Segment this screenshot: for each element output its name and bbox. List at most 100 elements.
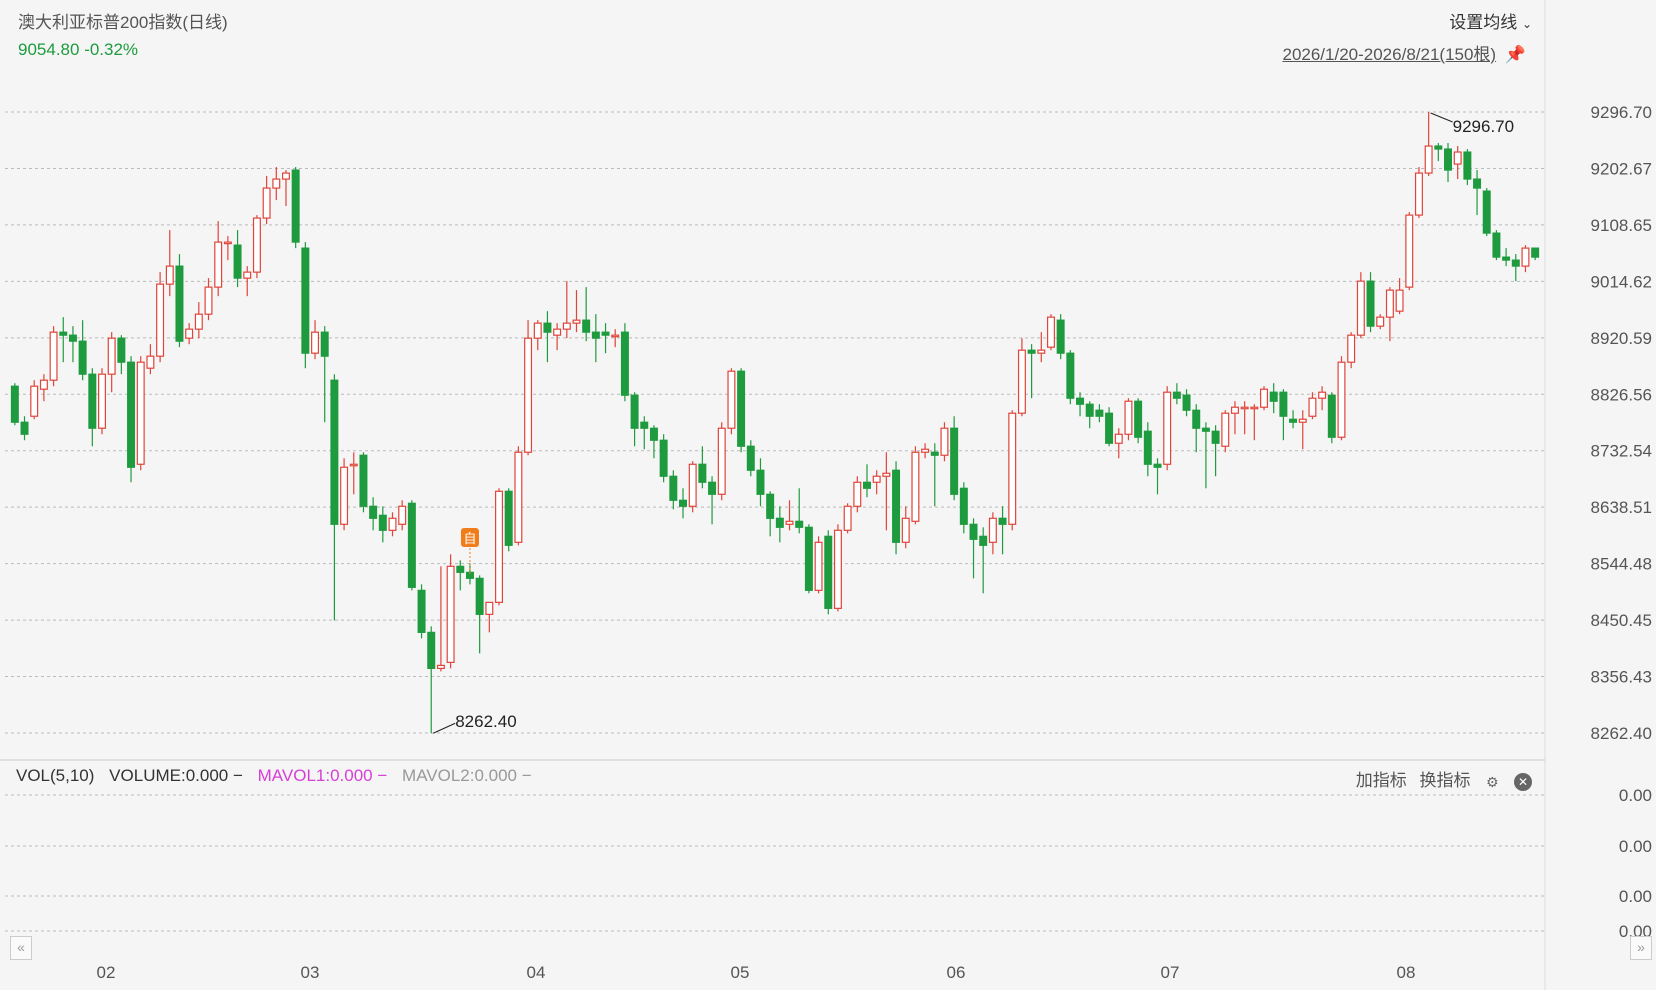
candle-body [969, 523, 978, 540]
x-tick-label: 03 [301, 963, 320, 982]
date-range-selector[interactable]: 2026/1/20-2026/8/21(150根) 📌 [1282, 40, 1526, 65]
candle-body [737, 370, 746, 447]
x-tick-label: 04 [527, 963, 546, 982]
candle-body [1143, 430, 1152, 465]
candle-body [1250, 406, 1259, 410]
candle-body [1444, 148, 1452, 171]
close-icon[interactable]: ✕ [1514, 772, 1532, 791]
candle-body [882, 472, 891, 477]
x-tick-label: 07 [1161, 963, 1180, 982]
candle-body [1405, 214, 1414, 288]
candle-body [165, 265, 174, 285]
y-tick-label: 8826.56 [1591, 385, 1652, 404]
candle-body [243, 271, 252, 279]
candle-body [872, 475, 881, 483]
candle-body [1385, 289, 1394, 318]
candle-body [68, 334, 77, 342]
candle-body [746, 445, 755, 471]
candle-body [688, 463, 697, 507]
y-tick-label: 8450.45 [1591, 611, 1652, 630]
double-chevron-right-icon: » [1637, 939, 1645, 955]
candle-body [833, 529, 842, 609]
candle-body [117, 337, 126, 363]
candle-body [378, 514, 387, 531]
candle-body [272, 178, 281, 189]
candle-body [766, 493, 775, 519]
candle-body [417, 589, 426, 633]
vol-label: VOL(5,10) [16, 766, 95, 785]
candle-body [349, 463, 358, 467]
candle-body [359, 454, 368, 507]
price-change: -0.32% [84, 40, 139, 59]
candle-body [1521, 247, 1530, 267]
candle-body [1298, 418, 1307, 423]
candle-body [78, 340, 87, 375]
candle-body [1269, 391, 1278, 402]
candle-body [1076, 397, 1085, 405]
candle-body [1114, 433, 1123, 444]
candle-body [988, 517, 997, 543]
candle-body [20, 421, 29, 435]
switch-indicator-button[interactable]: 换指标 [1420, 771, 1471, 790]
candle-body [1463, 151, 1472, 180]
candle-body [979, 535, 988, 546]
candle-body [311, 331, 320, 354]
candle-body [1434, 145, 1443, 150]
candle-body [1066, 352, 1075, 399]
candle-body [1046, 316, 1055, 348]
candle-body [553, 328, 562, 336]
candle-body [1153, 463, 1162, 468]
candle-body [194, 313, 203, 330]
candle-body [959, 487, 968, 525]
candle-body [1473, 178, 1482, 189]
volume-tick-label: 0.00 [1619, 786, 1652, 805]
candle-body [436, 664, 445, 669]
candle-body [146, 355, 155, 369]
candle-body [427, 631, 436, 669]
candle-body [775, 517, 784, 528]
candle-body [1124, 400, 1133, 435]
candle-body [388, 517, 397, 531]
candle-body [582, 319, 591, 333]
candle-body [1366, 280, 1375, 327]
x-tick-label: 05 [731, 963, 750, 982]
candle-body [136, 361, 145, 465]
candle-body [756, 469, 765, 495]
mavol2-value: MAVOL2:0.000 − [402, 766, 532, 785]
candle-body [679, 499, 687, 507]
high-arrow [1430, 112, 1453, 123]
candle-body [1395, 289, 1404, 312]
candle-body [398, 505, 407, 525]
volume-value: VOLUME:0.000 − [109, 766, 243, 785]
pin-icon[interactable]: 📌 [1505, 45, 1526, 64]
add-indicator-button[interactable]: 加指标 [1356, 771, 1407, 790]
low-label: 8262.40 [455, 712, 516, 731]
scroll-right-button[interactable]: » [1630, 936, 1652, 960]
candle-body [204, 286, 213, 315]
candle-body [301, 247, 310, 354]
candle-body [1172, 391, 1181, 399]
gear-icon[interactable]: ⚙ [1483, 773, 1501, 791]
scroll-left-button[interactable]: « [10, 936, 32, 960]
double-chevron-left-icon: « [17, 939, 25, 955]
candle-body [30, 385, 39, 417]
candle-body [1424, 145, 1433, 174]
candle-body [620, 331, 629, 396]
candle-body [223, 241, 232, 245]
candle-body [640, 421, 649, 429]
ma-settings-button[interactable]: 设置均线 ⌄ [1449, 8, 1532, 33]
candle-body [39, 379, 48, 390]
candle-body [708, 481, 717, 495]
x-tick-label: 02 [97, 963, 116, 982]
ma-settings-label: 设置均线 [1449, 13, 1518, 32]
candle-body [252, 217, 261, 273]
candle-body [107, 337, 116, 375]
candle-body [1037, 349, 1046, 354]
candle-body [514, 451, 523, 543]
candle-body [630, 394, 639, 429]
candle-body [1414, 172, 1423, 216]
candle-body [446, 565, 455, 663]
price-chart[interactable]: 9296.70 9202.67 9108.65 9014.62 8920.59 8826.… [0, 0, 1656, 990]
y-tick-label: 9108.65 [1591, 216, 1652, 235]
y-tick-label: 8356.43 [1591, 668, 1652, 687]
